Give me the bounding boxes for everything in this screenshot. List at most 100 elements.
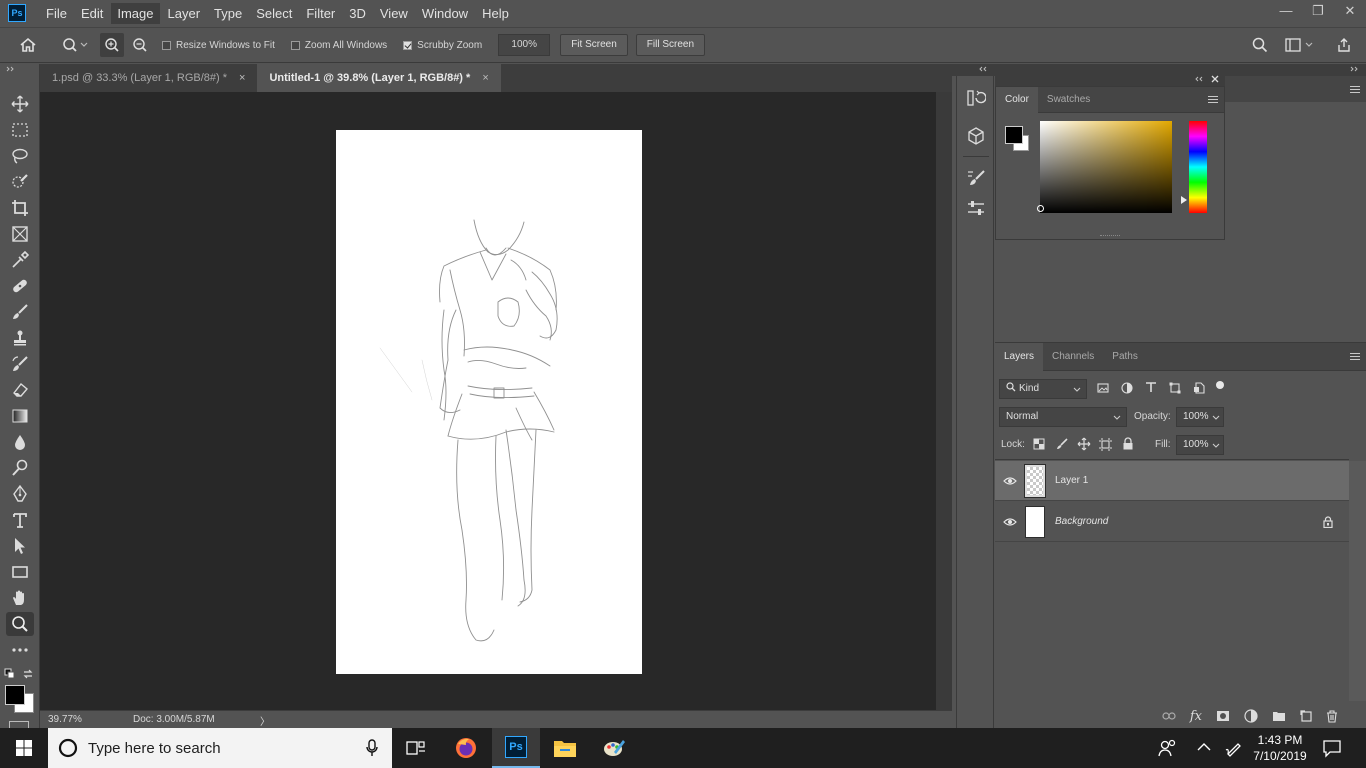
3d-panel-icon[interactable]	[966, 126, 986, 149]
history-brush-tool-icon[interactable]	[6, 352, 34, 376]
zoom-value-field[interactable]: 100%	[498, 34, 551, 56]
smart-object-filter-icon[interactable]	[1193, 382, 1205, 397]
link-layers-icon[interactable]	[1162, 711, 1176, 721]
fill-screen-button[interactable]: Fill Screen	[635, 34, 706, 56]
lock-artboard-icon[interactable]	[1099, 438, 1112, 454]
menu-3d[interactable]: 3D	[343, 3, 372, 24]
pen-tool-icon[interactable]	[6, 482, 34, 506]
close-panel-icon[interactable]	[1211, 75, 1219, 83]
tab-color[interactable]: Color	[996, 86, 1038, 113]
menu-view[interactable]: View	[374, 3, 414, 24]
blur-tool-icon[interactable]	[6, 430, 34, 454]
workspace-switcher-icon[interactable]	[1282, 33, 1322, 57]
path-selection-tool-icon[interactable]	[6, 534, 34, 558]
lasso-tool-icon[interactable]	[6, 144, 34, 168]
collapse-dock-icon[interactable]	[977, 66, 987, 72]
firefox-taskbar-icon[interactable]	[442, 728, 490, 768]
lock-image-pixels-icon[interactable]	[1056, 438, 1068, 453]
quick-mask-icon[interactable]	[9, 721, 29, 728]
eyedropper-tool-icon[interactable]	[6, 248, 34, 272]
fit-screen-button[interactable]: Fit Screen	[560, 34, 628, 56]
hand-tool-icon[interactable]	[6, 586, 34, 610]
dodge-tool-icon[interactable]	[6, 456, 34, 480]
opacity-field[interactable]: 100%	[1176, 407, 1224, 427]
search-icon[interactable]	[1248, 33, 1272, 57]
paint-app-icon[interactable]	[590, 728, 638, 768]
zoom-tool-icon[interactable]	[6, 612, 34, 636]
zoom-all-windows-checkbox[interactable]: Zoom All Windows	[290, 40, 387, 51]
microphone-icon[interactable]	[366, 739, 378, 757]
adjustment-layer-filter-icon[interactable]	[1121, 382, 1133, 397]
tab-swatches[interactable]: Swatches	[1038, 87, 1099, 113]
vertical-scrollbar[interactable]	[936, 92, 952, 710]
brush-tool-icon[interactable]	[6, 300, 34, 324]
shape-layer-filter-icon[interactable]	[1169, 382, 1181, 397]
default-colors-icon[interactable]	[4, 668, 16, 680]
collapse-panel-icon[interactable]	[1193, 76, 1203, 82]
lock-icon[interactable]	[1323, 515, 1333, 528]
tab-1-psd[interactable]: 1.psd @ 33.3% (Layer 1, RGB/8#) * ×	[40, 64, 257, 92]
brush-settings-icon[interactable]	[966, 168, 986, 191]
fill-field[interactable]: 100%	[1176, 435, 1224, 455]
document-canvas[interactable]	[336, 130, 642, 674]
filter-toggle-icon[interactable]	[1216, 381, 1224, 389]
lock-position-icon[interactable]	[1077, 437, 1091, 454]
panel-menu-icon[interactable]	[1208, 94, 1218, 105]
taskbar-search-box[interactable]: Type here to search	[48, 728, 392, 768]
lock-transparent-pixels-icon[interactable]	[1033, 438, 1045, 453]
status-menu-arrow[interactable]: 〉	[260, 713, 270, 728]
color-field[interactable]	[1037, 121, 1172, 213]
action-center-notification-icon[interactable]	[1322, 738, 1342, 761]
visibility-eye-icon[interactable]	[995, 517, 1025, 527]
close-tab-icon[interactable]: ×	[239, 64, 245, 92]
blend-mode-select[interactable]: Normal	[999, 407, 1127, 427]
windows-start-icon[interactable]	[0, 728, 48, 768]
add-mask-icon[interactable]	[1216, 710, 1230, 722]
menu-type[interactable]: Type	[208, 3, 248, 24]
hue-slider-handle[interactable]	[1180, 195, 1188, 205]
layer-filter-select[interactable]: Kind	[999, 379, 1087, 399]
tab-channels[interactable]: Channels	[1043, 343, 1103, 371]
menu-select[interactable]: Select	[250, 3, 298, 24]
file-explorer-icon[interactable]	[541, 728, 589, 768]
tab-layers[interactable]: Layers	[995, 342, 1044, 371]
layer-name[interactable]: Background	[1055, 516, 1108, 527]
zoom-out-icon[interactable]	[128, 33, 152, 57]
panel-menu-icon[interactable]	[1350, 351, 1360, 362]
crop-tool-icon[interactable]	[6, 196, 34, 220]
show-hidden-icons-chevron-up-icon[interactable]	[1196, 740, 1212, 757]
expand-dock-icon[interactable]	[1350, 66, 1360, 72]
panel-menu-icon[interactable]	[1350, 84, 1360, 95]
menu-help[interactable]: Help	[476, 3, 515, 24]
move-tool-icon[interactable]	[6, 92, 34, 116]
frame-tool-icon[interactable]	[6, 222, 34, 246]
visibility-eye-icon[interactable]	[995, 476, 1025, 486]
menu-edit[interactable]: Edit	[75, 3, 109, 24]
panel-resize-grip[interactable]	[1100, 235, 1120, 237]
restore-button[interactable]: ❐	[1302, 0, 1334, 24]
tab-paths[interactable]: Paths	[1103, 343, 1147, 371]
zoom-in-icon[interactable]	[100, 33, 124, 57]
collapse-toolbar-icon[interactable]	[6, 66, 16, 72]
foreground-color-chip[interactable]	[1005, 126, 1023, 144]
taskbar-clock[interactable]: 1:43 PM 7/10/2019	[1250, 732, 1310, 764]
close-window-button[interactable]: ✕	[1334, 0, 1366, 24]
photoshop-taskbar-icon[interactable]: Ps	[492, 728, 540, 768]
gradient-tool-icon[interactable]	[6, 404, 34, 428]
home-icon[interactable]	[16, 33, 40, 57]
swap-colors-icon[interactable]	[22, 668, 34, 680]
pixel-layer-filter-icon[interactable]	[1097, 382, 1109, 397]
tab-untitled-1[interactable]: Untitled-1 @ 39.8% (Layer 1, RGB/8#) * ×	[257, 64, 501, 92]
menu-file[interactable]: File	[40, 3, 73, 24]
new-adjustment-layer-icon[interactable]	[1244, 709, 1258, 723]
layer-row-background[interactable]: Background	[995, 502, 1349, 542]
hue-slider[interactable]	[1189, 121, 1207, 213]
type-tool-icon[interactable]	[6, 508, 34, 532]
minimize-button[interactable]: —	[1270, 0, 1302, 24]
history-panel-icon[interactable]	[966, 88, 987, 111]
menu-filter[interactable]: Filter	[300, 3, 341, 24]
eraser-tool-icon[interactable]	[6, 378, 34, 402]
resize-windows-checkbox[interactable]: Resize Windows to Fit	[162, 40, 275, 51]
menu-window[interactable]: Window	[416, 3, 474, 24]
layer-row-layer-1[interactable]: Layer 1	[995, 461, 1349, 501]
